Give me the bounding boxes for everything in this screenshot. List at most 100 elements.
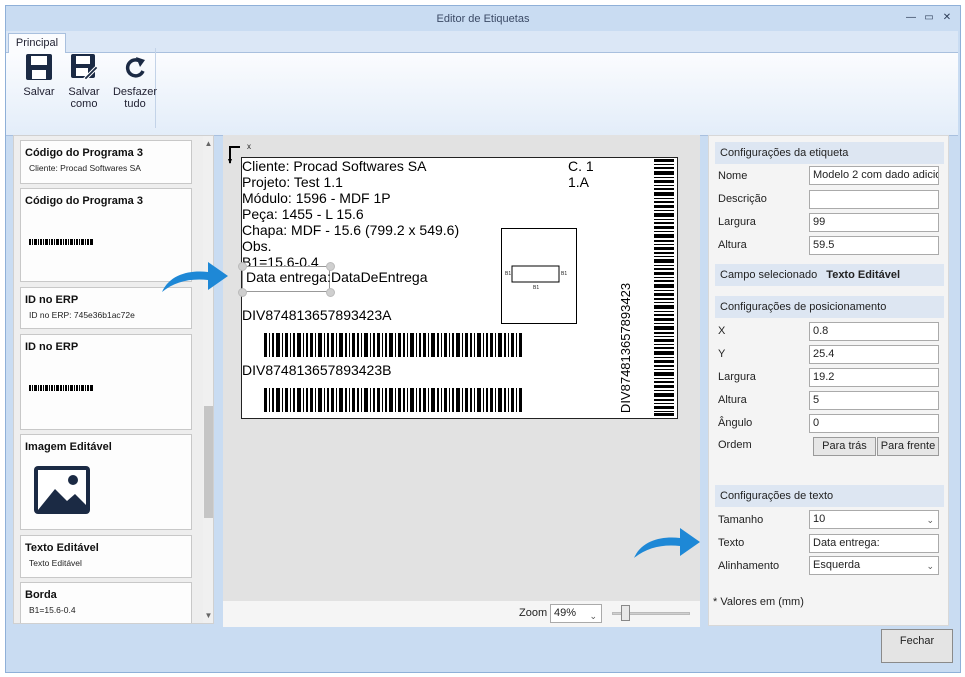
date-field[interactable]: DataDeEntrega <box>331 269 428 285</box>
barcode-icon <box>29 385 93 391</box>
resize-handle[interactable] <box>326 288 335 297</box>
alinhamento-label: Alinhamento <box>718 560 780 572</box>
label-line[interactable]: Obs. <box>242 238 272 254</box>
tamanho-label: Tamanho <box>718 514 764 526</box>
toolbox-item-title: ID no ERP <box>25 294 79 306</box>
vertical-barcode[interactable] <box>654 157 674 417</box>
minimize-button[interactable]: — <box>904 12 918 24</box>
barcode-a[interactable] <box>264 333 524 357</box>
tab-principal[interactable]: Principal <box>8 33 66 53</box>
send-backward-button[interactable]: Para trás <box>813 437 876 456</box>
bring-forward-button[interactable]: Para frente <box>877 437 939 456</box>
y-label: Y <box>718 348 726 360</box>
undo-icon <box>125 57 145 78</box>
label-line[interactable]: Peça: 1455 - L 15.6 <box>242 206 364 222</box>
resize-handle[interactable] <box>238 262 247 271</box>
texto-input[interactable]: Data entrega: <box>809 534 939 553</box>
label-c-sub[interactable]: 1.A <box>568 174 589 190</box>
floppy-disk-icon <box>26 54 52 80</box>
scroll-down-icon[interactable]: ▼ <box>203 610 213 622</box>
largura-label: Largura <box>718 216 756 228</box>
pos-altura-input[interactable]: 5 <box>809 391 939 410</box>
save-as-button[interactable]: Salvar como <box>61 52 107 116</box>
scroll-up-icon[interactable]: ▲ <box>203 138 213 150</box>
alinhamento-value: Esquerda <box>813 559 861 571</box>
save-label: Salvar <box>23 86 55 98</box>
section-text: Configurações de texto <box>715 485 944 507</box>
tamanho-value: 10 <box>813 513 826 525</box>
tutorial-arrow-icon <box>634 528 700 558</box>
barcode-b-text[interactable]: DIV874813657893423B <box>242 362 391 378</box>
toolbox-item[interactable]: Código do Programa 3 Cliente: Procad Sof… <box>20 140 192 184</box>
toolbox-item-title: Texto Editável <box>25 542 99 554</box>
toolbox-item[interactable]: Imagem Editável <box>20 434 192 530</box>
x-input[interactable]: 0.8 <box>809 322 939 341</box>
campo-value: Texto Editável <box>826 269 901 281</box>
vertical-code-text[interactable]: DIV874813657893423 <box>618 280 634 416</box>
toolbox-item-title: Imagem Editável <box>25 441 112 453</box>
nome-input[interactable]: Modelo 2 com dado adicional <box>809 166 939 185</box>
descricao-input[interactable] <box>809 190 939 209</box>
x-label: X <box>718 325 726 337</box>
toolbox-item[interactable]: Borda B1=15.6-0.4 <box>20 582 192 623</box>
pos-largura-input[interactable]: 19.2 <box>809 368 939 387</box>
maximize-button[interactable]: ▭ <box>922 12 936 24</box>
close-button[interactable]: Fechar <box>881 629 953 663</box>
descricao-label: Descrição <box>718 193 767 205</box>
toolbox-item-subtitle: B1=15.6-0.4 <box>29 605 76 615</box>
undo-all-button[interactable]: Desfazer tudo <box>110 52 160 116</box>
chevron-down-icon: ⌄ <box>926 561 934 571</box>
scroll-thumb[interactable] <box>204 406 213 518</box>
y-input[interactable]: 25.4 <box>809 345 939 364</box>
units-note: * Valores em (mm) <box>713 596 804 608</box>
toolbox-item[interactable]: Texto Editável Texto Editável <box>20 535 192 578</box>
angulo-input[interactable]: 0 <box>809 414 939 433</box>
label-line[interactable]: Chapa: MDF - 15.6 (799.2 x 549.6) <box>242 222 459 238</box>
largura-input[interactable]: 99 <box>809 213 939 232</box>
save-as-label-2: como <box>70 98 98 110</box>
tutorial-arrow-icon <box>162 262 228 292</box>
label-line[interactable]: Cliente: Procad Softwares SA <box>242 158 426 174</box>
toolbox-item-subtitle: Cliente: Procad Softwares SA <box>29 163 141 173</box>
piece-right-label: B1 <box>561 271 568 277</box>
label-c-code[interactable]: C. 1 <box>568 158 594 174</box>
label-line[interactable]: Projeto: Test 1.1 <box>242 174 343 190</box>
toolbox-item-title: Código do Programa 3 <box>25 147 143 159</box>
barcode-a-text[interactable]: DIV874813657893423A <box>242 307 391 323</box>
selected-text-value[interactable]: Data entrega: <box>246 269 331 285</box>
toolbox-item-title: Código do Programa 3 <box>25 195 143 207</box>
window-title: Editor de Etiquetas <box>436 13 530 25</box>
toolbox-item-subtitle: Texto Editável <box>29 558 82 568</box>
floppy-disk-pencil-icon <box>71 54 99 81</box>
toolbox-item[interactable]: ID no ERP <box>20 334 192 430</box>
piece-bottom-label: B1 <box>533 285 540 291</box>
zoom-value: 49% <box>554 607 577 619</box>
origin-x-label: x <box>247 142 251 151</box>
save-button[interactable]: Salvar <box>16 52 62 116</box>
properties-panel: Configurações da etiqueta Nome Modelo 2 … <box>708 135 949 626</box>
barcode-b[interactable] <box>264 388 524 412</box>
selected-field-bar: Campo selecionado Texto Editável <box>715 264 944 286</box>
section-positioning: Configurações de posicionamento <box>715 296 944 318</box>
ribbon-tab-strip <box>6 31 958 53</box>
tamanho-select[interactable]: 10 ⌄ <box>809 510 939 529</box>
undo-all-label-1: Desfazer <box>112 86 158 98</box>
zoom-slider-thumb[interactable] <box>621 605 630 621</box>
save-as-label-1: Salvar <box>68 86 100 98</box>
altura-input[interactable]: 59.5 <box>809 236 939 255</box>
zoom-label: Zoom <box>519 607 548 619</box>
toolbox-scrollbar[interactable]: ▲ ▼ <box>203 136 213 623</box>
undo-all-label-2: tudo <box>124 98 146 110</box>
ordem-label: Ordem <box>718 439 752 451</box>
label-line[interactable]: Módulo: 1596 - MDF 1P <box>242 190 391 206</box>
nome-label: Nome <box>718 170 748 182</box>
toolbox-item-title: Borda <box>25 589 57 601</box>
chevron-down-icon: ⌄ <box>926 515 934 525</box>
alinhamento-select[interactable]: Esquerda ⌄ <box>809 556 939 575</box>
altura-label: Altura <box>718 239 747 251</box>
close-window-button[interactable]: ✕ <box>940 12 954 24</box>
title-bar: Editor de Etiquetas <box>6 6 960 32</box>
zoom-select[interactable]: 49% ⌄ <box>550 604 602 623</box>
image-placeholder-icon <box>34 466 90 514</box>
resize-handle[interactable] <box>238 288 247 297</box>
